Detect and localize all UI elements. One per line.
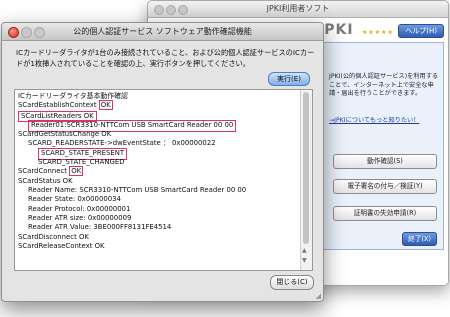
log-line-text: Reader ATR size: 0x00000009 [28, 214, 132, 223]
run-button[interactable]: 実行(E) [268, 72, 310, 86]
close-button[interactable]: 閉じる(C) [270, 275, 314, 290]
log-scrollbar[interactable]: ▲ ▼ [300, 90, 312, 270]
log-line: Reader Protocol: 0x00000001 [18, 205, 298, 214]
log-line-text: SCardDisconnect OK [18, 232, 89, 241]
jpki-window-title: JPKI利用者ソフト [266, 4, 330, 13]
log-line: SCardReleaseContext OK [18, 242, 298, 251]
operation-check-button[interactable]: 動作確認(S) [333, 154, 437, 169]
log-line: Reader State: 0x00000034 [18, 195, 298, 204]
log-line-text: Reader ATR Value: 3BE000FF8131FE4514 [28, 223, 172, 232]
jpki-more-info-link[interactable]: →JPKIについてもっと知りたい！ [329, 115, 419, 124]
log-line: SCARD_READERSTATE->dwEventState ： 0x0000… [18, 139, 298, 148]
log-line: Reader Name: SCR3310-NTTCom USB SmartCar… [18, 186, 298, 195]
scroll-up-icon[interactable]: ▲ [302, 247, 307, 254]
log-output[interactable]: ICカードリーダライタ基本動作確認 SCardEstablishContext O… [14, 89, 313, 271]
log-line: Reader ATR Value: 3BE000FF8131FE4514 [18, 223, 298, 232]
exit-button[interactable]: 終了(X) [402, 232, 437, 246]
log-status-highlight: OK [98, 100, 113, 111]
scroll-down-icon[interactable]: ▼ [302, 257, 307, 264]
log-line: SCardEstablishContext OK [18, 100, 298, 111]
log-line-text: ICカードリーダライタ基本動作確認 [18, 92, 128, 100]
help-button[interactable]: ヘルプ(H) [398, 24, 444, 38]
dialog-instructions: ICカードリーダライタが1台のみ接続されていること、および公的個人認証サービスの… [16, 48, 315, 68]
log-line-text: Reader Protocol: 0x00000001 [28, 204, 131, 213]
log-line-text: SCardReleaseContext OK [18, 242, 105, 251]
log-line: ICカードリーダライタ基本動作確認 [18, 92, 298, 101]
jpki-side-panel: JPKI(公的個人認証サービス)を利用することで、インターネット上で安全な申請・… [323, 42, 444, 250]
log-scroll-thumb[interactable] [303, 92, 309, 244]
log-line-text: SCardStatus OK [18, 176, 73, 185]
jpki-titlebar: JPKI利用者ソフト [148, 1, 448, 18]
log-line-text: SCardEstablishContext [18, 101, 99, 110]
log-line-text: SCardGetStatusChange OK [18, 129, 112, 138]
resize-grip-icon[interactable]: ◢ [316, 292, 321, 300]
log-line-text: SCARD_READERSTATE->dwEventState ： 0x0000… [28, 138, 216, 147]
log-line-text: Reader Name: SCR3310-NTTCom USB SmartCar… [28, 185, 247, 194]
log-line: SCARD_STATE_CHANGED [18, 158, 298, 167]
log-status-highlight: OK [69, 166, 84, 177]
log-line: Reader ATR size: 0x00000009 [18, 214, 298, 223]
log-line: Reader01:SCR3310-NTTCom USB SmartCard Re… [18, 120, 298, 132]
log-lines: ICカードリーダライタ基本動作確認 SCardEstablishContext O… [18, 92, 298, 252]
log-line-text: Reader State: 0x00000034 [28, 195, 121, 204]
log-line: SCardListReaders OK [18, 110, 298, 123]
certificate-revoke-button[interactable]: 証明書の失効申請(R) [333, 206, 437, 221]
log-line-text: SCARD_STATE_CHANGED [38, 157, 125, 166]
log-line: SCardStatus OK [18, 177, 298, 186]
sign-verify-button[interactable]: 電子署名の付与／検証(Y) [333, 179, 437, 194]
dialog-title: 公的個人認証サービス ソフトウェア動作確認機能 [73, 27, 252, 36]
log-line: SCardDisconnect OK [18, 233, 298, 242]
dialog-titlebar: 公的個人認証サービス ソフトウェア動作確認機能 [2, 23, 323, 41]
log-line: SCARD_STATE_PRESENT [18, 148, 298, 160]
jpki-description: JPKI(公的個人認証サービス)を利用することで、インターネット上で安全な申請・… [329, 73, 439, 98]
jpki-logo-stars: ★★★★★ [362, 29, 394, 36]
log-line: SCardConnect OK [18, 166, 298, 177]
log-line-text: SCardConnect [18, 167, 70, 176]
operation-check-dialog: 公的個人認証サービス ソフトウェア動作確認機能 ICカードリーダライタが1台のみ… [1, 22, 324, 302]
